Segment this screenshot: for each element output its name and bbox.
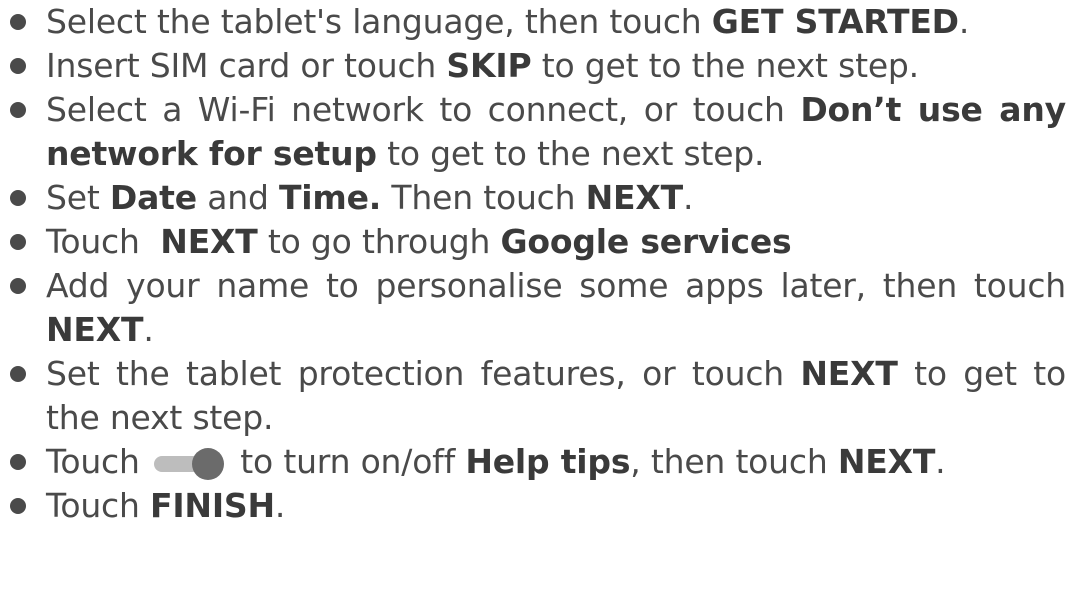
step-keyword: Help tips	[465, 442, 631, 481]
list-item: Touch NEXT to go through Google services	[0, 220, 1072, 264]
step-text: to go through	[257, 222, 501, 261]
step-text: to turn on/off	[230, 442, 466, 481]
step-text: .	[958, 2, 970, 41]
step-text: to get to the next step.	[531, 46, 919, 85]
step-text: .	[935, 442, 946, 481]
list-item: Set the tablet protection features, or t…	[0, 352, 1072, 440]
step-text: Select the tablet's language, then touch	[46, 2, 712, 41]
step-text: .	[143, 310, 154, 349]
step-keyword: FINISH	[150, 486, 275, 525]
bullet-icon	[10, 498, 26, 514]
bullet-icon	[10, 14, 26, 30]
bullet-icon	[10, 58, 26, 74]
list-item: Select a Wi-Fi network to connect, or to…	[0, 88, 1072, 176]
bullet-icon	[10, 234, 26, 250]
step-text: Select a Wi-Fi network to connect, or to…	[46, 90, 801, 129]
step-keyword: NEXT	[837, 442, 936, 481]
step-text: Then touch	[381, 178, 586, 217]
bullet-icon	[10, 190, 26, 206]
step-text: to get to the next step.	[376, 134, 765, 173]
step-text: Touch	[46, 442, 151, 481]
step-keyword: NEXT	[585, 178, 684, 217]
step-text: Touch	[46, 486, 151, 525]
step-keyword: NEXT	[160, 222, 258, 261]
step-keyword: SKIP	[446, 46, 532, 85]
list-item: Set Date and Time. Then touch NEXT.	[0, 176, 1072, 220]
list-item: Touch FINISH.	[0, 484, 1072, 528]
step-keyword: GET STARTED	[711, 2, 959, 41]
list-item: Insert SIM card or touch SKIP to get to …	[0, 44, 1072, 88]
step-text: , then touch	[630, 442, 838, 481]
list-item: Select the tablet's language, then touch…	[0, 0, 1072, 44]
step-text: .	[274, 486, 286, 525]
step-text: Add your name to personalise some apps l…	[46, 266, 1066, 305]
step-text: Insert SIM card or touch	[46, 46, 447, 85]
step-text: Set the tablet protection features, or t…	[46, 354, 801, 393]
step-text: Set	[46, 178, 110, 217]
toggle-knob	[192, 448, 225, 480]
bullet-icon	[10, 102, 26, 118]
step-keyword: Google services	[500, 222, 792, 261]
setup-instructions: Select the tablet's language, then touch…	[0, 0, 1072, 615]
setup-steps-list: Select the tablet's language, then touch…	[0, 0, 1072, 528]
step-text: Touch	[46, 222, 161, 261]
bullet-icon	[10, 278, 26, 294]
list-item: Add your name to personalise some apps l…	[0, 264, 1072, 352]
toggle-switch-icon	[152, 448, 226, 480]
step-keyword: Time.	[279, 178, 382, 217]
list-item: Touch to turn on/off Help tips, then tou…	[0, 440, 1072, 484]
bullet-icon	[10, 454, 26, 470]
step-text: and	[196, 178, 279, 217]
step-text: .	[682, 178, 694, 217]
bullet-icon	[10, 366, 26, 382]
step-keyword: NEXT	[800, 354, 898, 393]
step-keyword: Date	[109, 178, 197, 217]
step-keyword: NEXT	[46, 310, 144, 349]
